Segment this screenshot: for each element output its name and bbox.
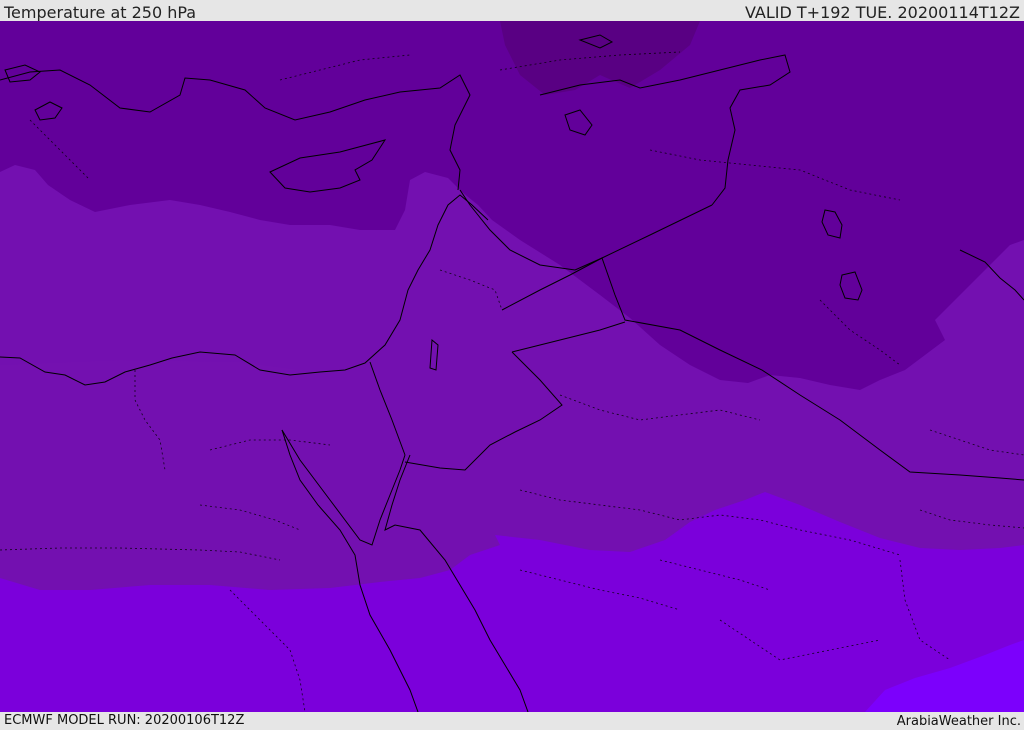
map-canvas (0, 21, 1024, 712)
header-bar: Temperature at 250 hPa VALID T+192 TUE. … (0, 0, 1024, 22)
map-title: Temperature at 250 hPa (4, 3, 197, 22)
credit-label: ArabiaWeather Inc. (896, 714, 1021, 729)
weather-map[interactable] (0, 21, 1024, 712)
valid-time: VALID T+192 TUE. 20200114T12Z (744, 3, 1020, 22)
footer-bar: ECMWF MODEL RUN: 20200106T12Z ArabiaWeat… (0, 712, 1024, 729)
model-run-label: ECMWF MODEL RUN: 20200106T12Z (4, 713, 245, 728)
